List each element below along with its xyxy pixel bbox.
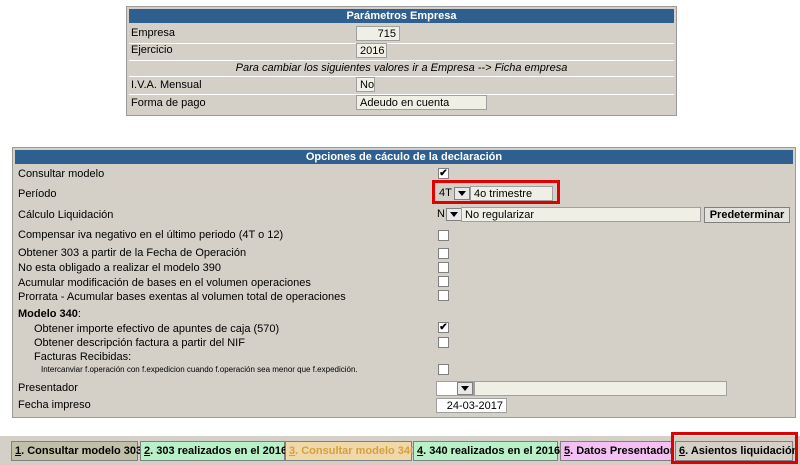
obtener303-label: Obtener 303 a partir de la Fecha de Oper… (18, 247, 247, 259)
tab-datos-presentador[interactable]: 5. Datos Presentador (560, 441, 674, 461)
calculo-dropdown-icon[interactable] (446, 208, 462, 221)
intercambiar-checkbox[interactable] (438, 364, 449, 375)
periodo-label: Período (18, 188, 57, 200)
fecha-impreso-field[interactable]: 24-03-2017 (436, 398, 507, 413)
calculo-liquidacion-label: Cálculo Liquidación (18, 209, 114, 221)
compensar-checkbox[interactable] (438, 230, 449, 241)
fecha-impreso-label: Fecha impreso (18, 399, 91, 411)
iva-mensual-field: No (356, 77, 375, 92)
iva-mensual-label: I.V.A. Mensual (131, 79, 202, 91)
ejercicio-label: Ejercicio (131, 44, 173, 56)
bottom-tab-bar: 1. Consultar modelo 303 2. 303 realizado… (0, 432, 800, 465)
presentador-label: Presentador (18, 382, 78, 394)
forma-pago-label: Forma de pago (131, 97, 206, 109)
obtener303-checkbox[interactable] (438, 248, 449, 259)
tab-consultar-303[interactable]: 1. Consultar modelo 303 (11, 441, 142, 461)
empresa-note: Para cambiar los siguientes valores ir a… (235, 62, 568, 74)
importe570-checkbox[interactable]: ✔ (438, 322, 449, 333)
modelo340-title: Modelo 340 (18, 308, 78, 320)
modelo340-colon: : (77, 308, 81, 320)
empresa-label: Empresa (131, 27, 176, 39)
empresa-panel: Parámetros Empresa Empresa 715 Ejercicio… (126, 6, 677, 116)
empresa-field[interactable]: 715 (356, 26, 400, 41)
no390-label: No esta obligado a realizar el modelo 39… (18, 262, 222, 274)
prorrata-label: Prorrata - Acumular bases exentas al vol… (18, 291, 346, 303)
tab-consultar-340[interactable]: 3. Consultar modelo 340 (285, 441, 416, 461)
ejercicio-field[interactable]: 2016 (356, 43, 387, 58)
asientos-highlight (671, 432, 798, 464)
presentador-text-field (474, 381, 727, 396)
forma-pago-field: Adeudo en cuenta (356, 95, 487, 110)
intercambiar-label: Intercanviar f.operación con f.expedicio… (41, 365, 358, 374)
no390-checkbox[interactable] (438, 262, 449, 273)
modelo340-label: Modelo 340: (18, 308, 81, 320)
consultar-modelo-checkbox[interactable]: ✔ (438, 168, 449, 179)
consultar-modelo-label: Consultar modelo (18, 168, 105, 180)
tab-340-realizados[interactable]: 4. 340 realizados en el 2016 (413, 441, 560, 461)
empresa-panel-title: Parámetros Empresa (129, 9, 674, 23)
importe570-label: Obtener importe efectivo de apuntes de c… (34, 323, 280, 335)
opciones-panel-title: Opciones de cáculo de la declaración (15, 150, 793, 164)
presentador-dropdown-icon[interactable] (457, 382, 473, 395)
opciones-panel: Opciones de cáculo de la declaración Con… (12, 147, 796, 418)
acumular-label: Acumular modificación de bases en el vol… (18, 277, 311, 289)
acumular-checkbox[interactable] (438, 276, 449, 287)
periodo-highlight (432, 180, 560, 204)
predeterminar-button[interactable]: Predeterminar (704, 207, 790, 223)
calculo-text-field: No regularizar (461, 207, 701, 222)
facturas-recibidas-label: Facturas Recibidas: (34, 351, 132, 363)
compensar-label: Compensar iva negativo en el último peri… (18, 229, 284, 241)
descripcion-nif-checkbox[interactable] (438, 337, 449, 348)
descripcion-nif-label: Obtener descripción factura a partir del… (34, 337, 245, 349)
prorrata-checkbox[interactable] (438, 290, 449, 301)
tab-303-realizados[interactable]: 2. 303 realizados en el 2016 (140, 441, 287, 461)
